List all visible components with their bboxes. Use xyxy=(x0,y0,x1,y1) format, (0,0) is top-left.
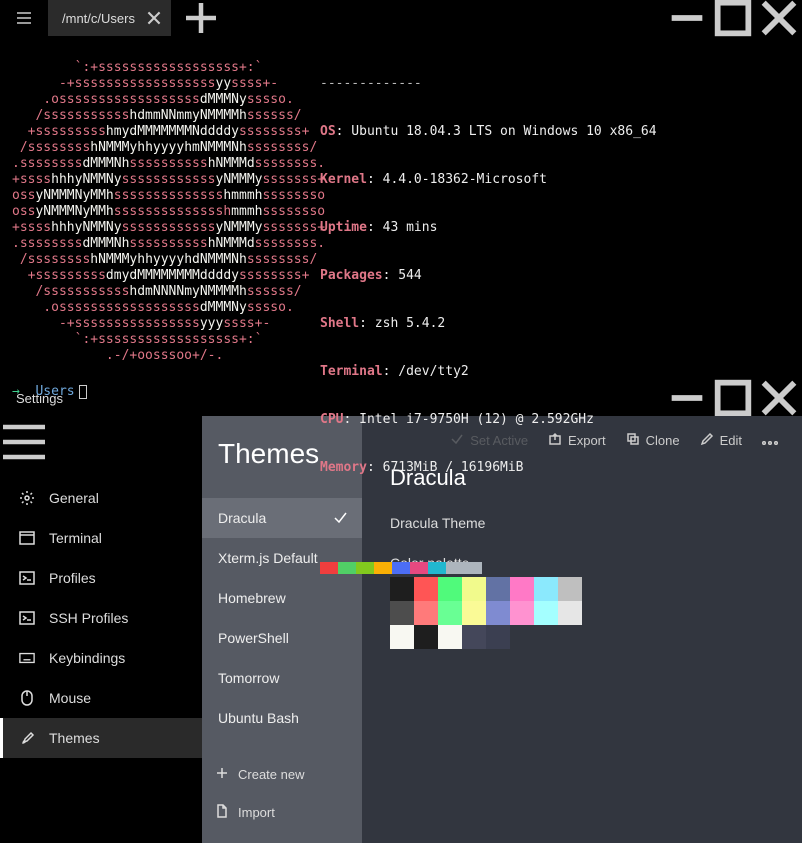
sidebar-item-mouse[interactable]: Mouse xyxy=(0,678,202,718)
import-button[interactable]: Import xyxy=(202,793,362,831)
terminal-value: : /dev/tty2 xyxy=(383,364,469,379)
theme-item-label: Dracula xyxy=(218,510,266,526)
os-label: OS xyxy=(320,124,336,139)
new-tab-button[interactable] xyxy=(183,0,219,36)
window-icon xyxy=(19,530,35,546)
file-icon xyxy=(216,804,228,821)
window-controls xyxy=(664,0,802,36)
kernel-value: : 4.4.0-18362-Microsoft xyxy=(367,172,547,187)
sidebar-item-label: Mouse xyxy=(49,690,91,706)
memory-label: Memory xyxy=(320,460,367,475)
sidebar-item-terminal[interactable]: Terminal xyxy=(0,518,202,558)
sidebar-item-themes[interactable]: Themes xyxy=(0,718,202,758)
theme-item-label: Xterm.js Default xyxy=(218,550,318,566)
sidebar-item-label: Themes xyxy=(49,730,100,746)
keyboard-icon xyxy=(19,650,35,666)
sidebar-item-label: SSH Profiles xyxy=(49,610,128,626)
theme-item-label: Tomorrow xyxy=(218,670,279,686)
palette-swatch[interactable] xyxy=(438,625,462,649)
palette-swatch[interactable] xyxy=(414,625,438,649)
color-row xyxy=(320,562,657,574)
theme-item-ubuntu-bash[interactable]: Ubuntu Bash xyxy=(202,698,362,738)
set-active-label: Set Active xyxy=(470,433,528,448)
sidebar-item-label: Keybindings xyxy=(49,650,125,666)
maximize-button[interactable] xyxy=(710,0,756,36)
theme-item-tomorrow[interactable]: Tomorrow xyxy=(202,658,362,698)
titlebar: /mnt/c/Users xyxy=(0,0,802,36)
memory-value: : 6713MiB / 16196MiB xyxy=(367,460,524,475)
shell-label: Shell xyxy=(320,316,359,331)
neofetch-output: ------------- OS: Ubuntu 18.04.3 LTS on … xyxy=(320,44,657,606)
sidebar-item-label: Terminal xyxy=(49,530,102,546)
sidebar-item-ssh-profiles[interactable]: SSH Profiles xyxy=(0,598,202,638)
sidebar: General Terminal Profiles SSH Profiles Keybi… xyxy=(0,416,202,843)
close-window-button[interactable] xyxy=(756,0,802,36)
shell-value: : zsh 5.4.2 xyxy=(359,316,445,331)
theme-item-label: PowerShell xyxy=(218,630,289,646)
color-swatch xyxy=(428,562,446,574)
sidebar-item-label: Profiles xyxy=(49,570,96,586)
prompt-path: Users xyxy=(35,384,74,399)
import-label: Import xyxy=(238,805,275,820)
sidebar-item-keybindings[interactable]: Keybindings xyxy=(0,638,202,678)
sidebar-item-general[interactable]: General xyxy=(0,478,202,518)
check-icon xyxy=(450,432,464,449)
color-swatch xyxy=(410,562,428,574)
tab-title: /mnt/c/Users xyxy=(62,11,135,26)
shell-icon xyxy=(19,610,35,626)
terminal-window: /mnt/c/Users `:+ssssssssssssssssss+:` -+… xyxy=(0,0,802,380)
theme-item-label: Homebrew xyxy=(218,590,286,606)
uptime-label: Uptime xyxy=(320,220,367,235)
create-new-label: Create new xyxy=(238,767,304,782)
plus-icon xyxy=(216,767,228,782)
cursor xyxy=(79,385,87,399)
palette-swatch[interactable] xyxy=(486,625,510,649)
cpu-label: CPU xyxy=(320,412,343,427)
color-swatch xyxy=(446,562,464,574)
brush-icon xyxy=(19,730,35,746)
palette-swatch[interactable] xyxy=(390,625,414,649)
dashes: ------------- xyxy=(320,76,657,92)
tab[interactable]: /mnt/c/Users xyxy=(48,0,171,36)
sidebar-item-profiles[interactable]: Profiles xyxy=(0,558,202,598)
color-swatch xyxy=(392,562,410,574)
mouse-icon xyxy=(19,690,35,706)
close-tab-icon[interactable] xyxy=(147,11,161,25)
sidebar-item-label: General xyxy=(49,490,99,506)
color-swatch xyxy=(338,562,356,574)
minimize-button[interactable] xyxy=(664,0,710,36)
color-swatch xyxy=(320,562,338,574)
create-new-button[interactable]: Create new xyxy=(202,755,362,793)
theme-item-powershell[interactable]: PowerShell xyxy=(202,618,362,658)
packages-label: Packages xyxy=(320,268,383,283)
cpu-value: : Intel i7-9750H (12) @ 2.592GHz xyxy=(343,412,593,427)
menu-button[interactable] xyxy=(0,0,48,36)
color-swatch xyxy=(464,562,482,574)
terminal-body[interactable]: `:+ssssssssssssssssss+:` -+sssssssssssss… xyxy=(0,36,802,464)
terminal-label: Terminal xyxy=(320,364,383,379)
palette-swatch[interactable] xyxy=(462,625,486,649)
uptime-value: : 43 mins xyxy=(367,220,437,235)
gear-icon xyxy=(19,490,35,506)
os-value: : Ubuntu 18.04.3 LTS on Windows 10 x86_6… xyxy=(336,124,657,139)
shell-icon xyxy=(19,570,35,586)
color-swatch xyxy=(374,562,392,574)
color-swatch xyxy=(356,562,374,574)
packages-value: : 544 xyxy=(383,268,422,283)
theme-item-label: Ubuntu Bash xyxy=(218,710,299,726)
kernel-label: Kernel xyxy=(320,172,367,187)
set-active-button[interactable]: Set Active xyxy=(450,432,528,449)
